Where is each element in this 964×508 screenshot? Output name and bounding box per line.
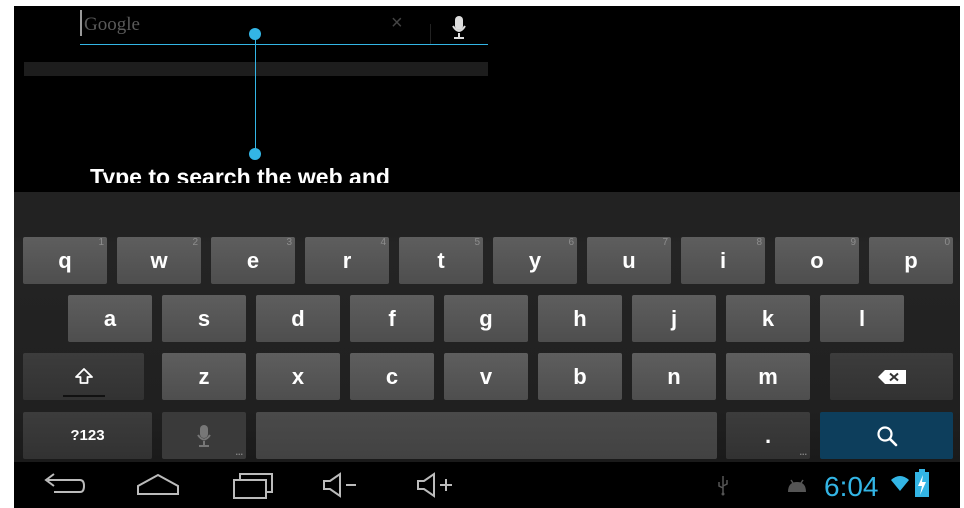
search-bar[interactable]: Google × [80, 6, 488, 46]
key-k[interactable]: k [726, 295, 810, 342]
key-f[interactable]: f [350, 295, 434, 342]
battery-charging-icon [915, 469, 929, 497]
clock[interactable]: 6:04 [824, 471, 879, 503]
key-label: o [810, 247, 824, 273]
key-r[interactable]: r4 [305, 237, 389, 284]
key-n[interactable]: n [632, 353, 716, 400]
volume-down-icon[interactable] [318, 470, 366, 500]
key-w[interactable]: w2 [117, 237, 201, 284]
clear-icon[interactable]: × [391, 12, 403, 35]
key-x[interactable]: x [256, 353, 340, 400]
key-label: r [342, 247, 352, 273]
key-label: i [719, 247, 727, 273]
text-cursor [80, 10, 82, 36]
key-v[interactable]: v [444, 353, 528, 400]
symbols-key[interactable]: ?123 [23, 412, 152, 459]
system-navigation-bar: 6:04 [14, 462, 960, 508]
key-z[interactable]: z [162, 353, 246, 400]
shift-indicator [63, 395, 105, 397]
search-placeholder: Google [84, 14, 140, 35]
search-underline [80, 44, 488, 45]
key-label: t [437, 247, 445, 273]
key-label: y [528, 247, 542, 273]
key-label: w [150, 247, 168, 273]
key-label: p [904, 247, 918, 273]
usb-icon [718, 476, 728, 496]
home-icon[interactable] [134, 470, 182, 500]
key-e[interactable]: e3 [211, 237, 295, 284]
voice-input-key[interactable]: ... [162, 412, 246, 459]
key-o[interactable]: o9 [775, 237, 859, 284]
voice-search-icon[interactable] [452, 14, 466, 42]
mic-icon [197, 424, 211, 447]
period-key[interactable]: . ... [726, 412, 810, 459]
key-hint: 5 [474, 237, 480, 248]
key-a[interactable]: a [68, 295, 152, 342]
backspace-key[interactable] [830, 353, 953, 400]
space-key[interactable] [256, 412, 717, 459]
key-hint: 9 [850, 237, 856, 248]
key-corner-mark: ... [799, 447, 807, 457]
key-label: . [764, 422, 772, 448]
key-g[interactable]: g [444, 295, 528, 342]
key-hint: 0 [944, 237, 950, 248]
key-s[interactable]: s [162, 295, 246, 342]
key-q[interactable]: q1 [23, 237, 107, 284]
recent-apps-icon[interactable] [230, 470, 278, 500]
back-icon[interactable] [42, 470, 86, 500]
key-p[interactable]: p0 [869, 237, 953, 284]
suggestion-strip [24, 62, 488, 76]
wifi-icon [891, 476, 909, 491]
search-icon [876, 425, 897, 446]
key-label: q [58, 247, 72, 273]
key-hint: 2 [192, 237, 198, 248]
key-j[interactable]: j [632, 295, 716, 342]
soft-keyboard: q1 w2 e3 r4 t5 y6 u7 i8 o9 p0 a s d f g … [14, 192, 960, 462]
key-b[interactable]: b [538, 353, 622, 400]
volume-up-icon[interactable] [412, 470, 460, 500]
key-m[interactable]: m [726, 353, 810, 400]
keyboard-suggestion-bar [14, 192, 960, 230]
key-hint: 4 [380, 237, 386, 248]
divider [430, 24, 431, 44]
key-u[interactable]: u7 [587, 237, 671, 284]
key-i[interactable]: i8 [681, 237, 765, 284]
key-label: u [622, 247, 636, 273]
key-y[interactable]: y6 [493, 237, 577, 284]
key-c[interactable]: c [350, 353, 434, 400]
key-hint: 6 [568, 237, 574, 248]
selection-handle-line [255, 34, 256, 156]
key-d[interactable]: d [256, 295, 340, 342]
selection-handle-top[interactable] [249, 28, 261, 40]
selection-handle-bottom[interactable] [249, 148, 261, 160]
shift-key[interactable] [23, 353, 144, 400]
search-key[interactable] [820, 412, 953, 459]
key-label: e [246, 247, 260, 273]
android-debug-icon [788, 479, 806, 492]
key-hint: 3 [286, 237, 292, 248]
key-hint: 8 [756, 237, 762, 248]
shift-icon [74, 367, 93, 384]
device-screen: Google × Type to search the web and q1 w… [14, 6, 960, 508]
help-text: Type to search the web and [90, 164, 390, 183]
key-l[interactable]: l [820, 295, 904, 342]
backspace-icon [877, 369, 906, 384]
key-hint: 7 [662, 237, 668, 248]
key-h[interactable]: h [538, 295, 622, 342]
key-hint: 1 [98, 237, 104, 248]
key-corner-mark: ... [235, 447, 243, 457]
key-t[interactable]: t5 [399, 237, 483, 284]
